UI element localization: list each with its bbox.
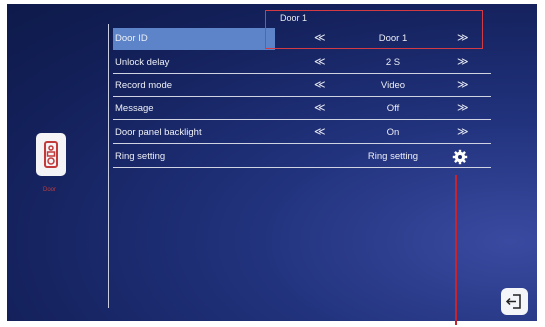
left-arrow-button[interactable]: ≪ xyxy=(314,78,326,91)
setting-row-door-panel-backlight[interactable]: Door panel backlight ≪ On ≫ xyxy=(113,122,491,144)
setting-value: On xyxy=(386,127,400,138)
row-divider xyxy=(113,167,491,168)
left-arrow-button[interactable]: ≪ xyxy=(314,101,326,114)
setting-row-unlock-delay[interactable]: Unlock delay ≪ 2 S ≫ xyxy=(113,52,491,74)
row-divider xyxy=(113,143,491,144)
setting-name: Unlock delay xyxy=(115,57,170,68)
row-divider xyxy=(113,96,491,97)
left-arrow-button[interactable]: ≪ xyxy=(314,125,326,138)
setting-name: Ring setting xyxy=(115,151,166,162)
right-arrow-button[interactable]: ≫ xyxy=(457,55,469,68)
setting-name: Record mode xyxy=(115,80,173,91)
row-divider xyxy=(113,73,491,74)
right-arrow-button[interactable]: ≫ xyxy=(457,125,469,138)
setting-value: Off xyxy=(386,103,400,114)
doorbell-device-button[interactable] xyxy=(36,133,66,176)
setting-row-message[interactable]: Message ≪ Off ≫ xyxy=(113,98,491,120)
setting-value: Video xyxy=(380,80,406,91)
row-divider xyxy=(113,119,491,120)
gear-icon[interactable] xyxy=(452,149,468,165)
setting-name: Message xyxy=(115,103,154,114)
vertical-divider xyxy=(108,24,109,308)
screen: Door 1 Door Door ID ≪ Door 1 ≫ Unlock de… xyxy=(7,4,537,321)
setting-value: Ring setting xyxy=(367,151,419,162)
setting-name: Door panel backlight xyxy=(115,127,202,138)
device-label: Door xyxy=(43,187,57,193)
annotation-highlight-box xyxy=(265,10,483,49)
doorbell-icon xyxy=(44,141,58,168)
setting-row-record-mode[interactable]: Record mode ≪ Video ≫ xyxy=(113,75,491,97)
setting-name: Door ID xyxy=(115,33,148,44)
left-arrow-button[interactable]: ≪ xyxy=(314,55,326,68)
right-arrow-button[interactable]: ≫ xyxy=(457,78,469,91)
exit-icon xyxy=(505,294,521,309)
setting-row-ring-setting[interactable]: Ring setting Ring setting xyxy=(113,146,491,168)
exit-button[interactable] xyxy=(501,288,528,315)
annotation-pointer-line xyxy=(455,175,457,325)
setting-value: 2 S xyxy=(385,57,401,68)
right-arrow-button[interactable]: ≫ xyxy=(457,101,469,114)
